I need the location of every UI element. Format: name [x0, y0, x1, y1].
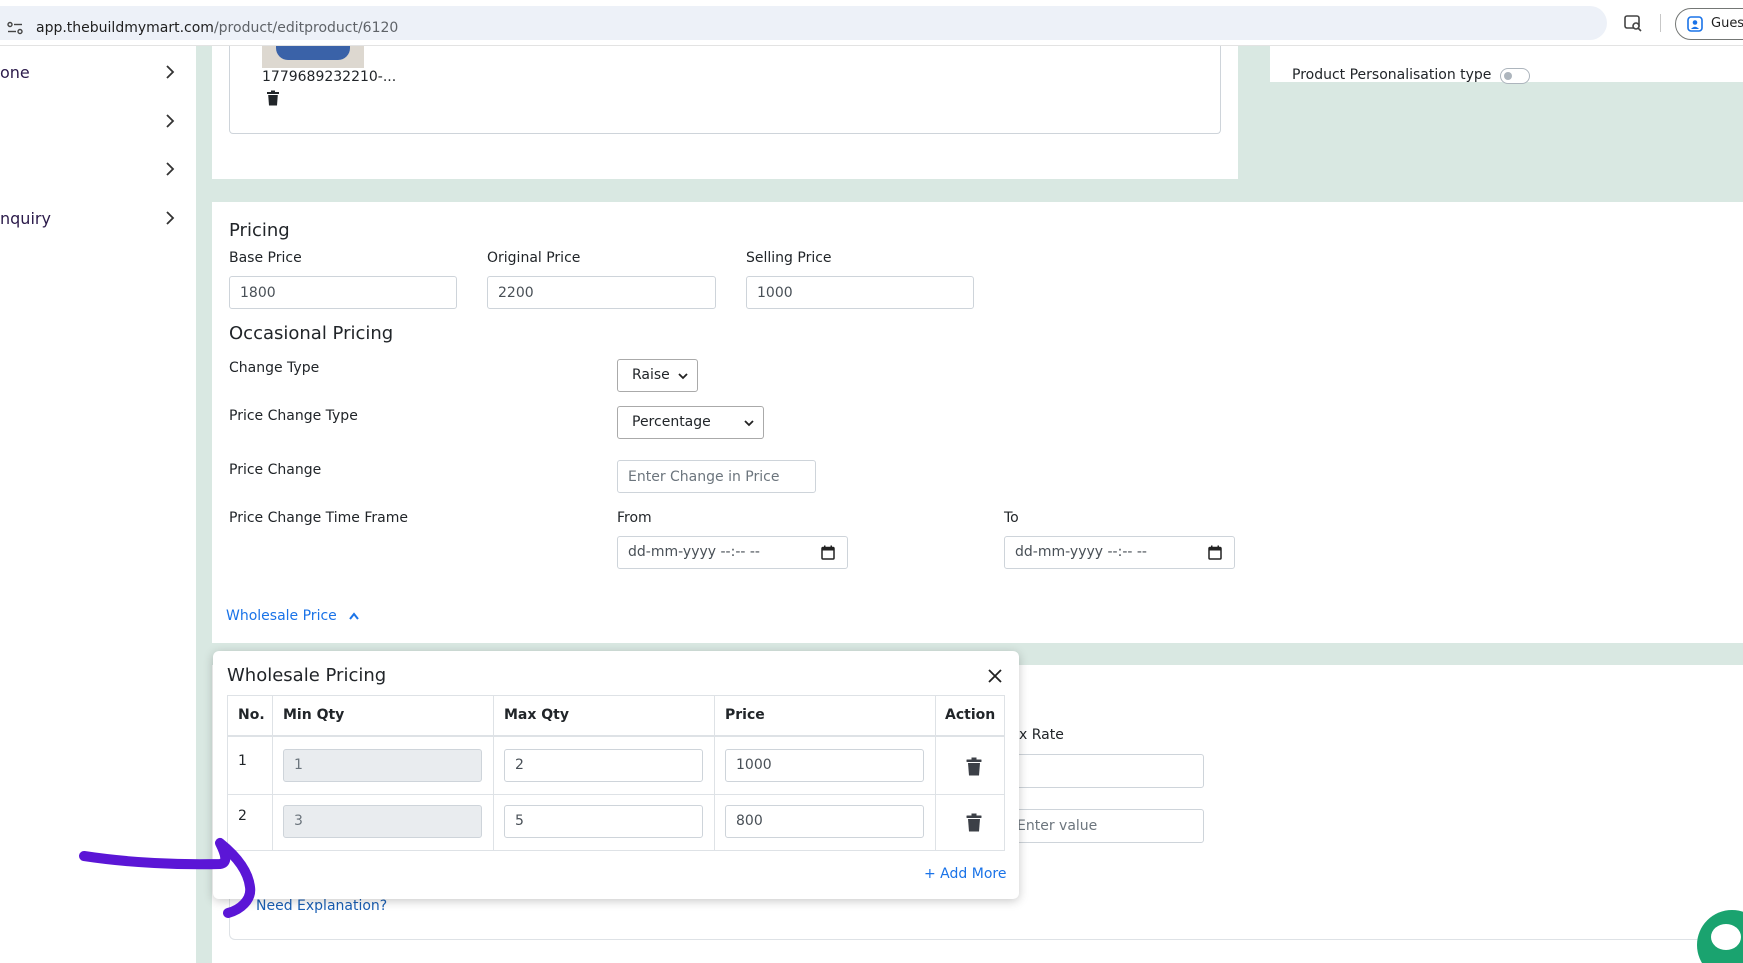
wholesale-price-toggle[interactable]: Wholesale Price — [226, 608, 359, 624]
annotation-arrow — [79, 838, 256, 918]
column-divider — [935, 696, 936, 850]
wholesale-pricing-modal: Wholesale Pricing No. Min Qty Max Qty Pr… — [213, 651, 1019, 899]
chevron-right-icon — [166, 162, 175, 176]
min-qty-input: 3 — [283, 805, 482, 838]
change-type-label: Change Type — [229, 360, 320, 376]
product-thumbnail — [262, 46, 364, 68]
pricing-title: Pricing — [229, 220, 290, 241]
sidebar-item-3[interactable] — [0, 157, 180, 183]
original-price-label: Original Price — [487, 250, 581, 266]
header-price: Price — [725, 707, 765, 723]
sidebar-item-label: nquiry — [0, 209, 51, 228]
url-host: app.thebuildmymart.com — [36, 20, 214, 36]
url-path: /product/editproduct/6120 — [213, 20, 399, 36]
url-text[interactable]: app.thebuildmymart.com/product/editprodu… — [36, 20, 398, 36]
profile-button[interactable]: Guest — [1675, 8, 1743, 40]
base-price-input[interactable] — [229, 276, 457, 309]
calendar-icon[interactable] — [1208, 545, 1222, 560]
personalisation-toggle[interactable] — [1500, 68, 1530, 84]
price-change-type-select[interactable]: Percentage — [617, 406, 764, 439]
price-change-input[interactable] — [617, 460, 816, 493]
chevron-right-icon — [166, 211, 175, 225]
header-divider — [228, 735, 1004, 737]
to-datetime-value: dd-mm-yyyy --:-- -- — [1015, 544, 1147, 560]
tax-rate-input[interactable] — [1000, 754, 1204, 788]
pricing-card — [212, 202, 1743, 643]
delete-row-icon[interactable] — [966, 757, 982, 776]
calendar-icon[interactable] — [821, 545, 835, 560]
wholesale-price-label: Wholesale Price — [226, 608, 337, 624]
selling-price-input[interactable] — [746, 276, 974, 309]
header-min-qty: Min Qty — [283, 707, 345, 723]
image-file-name: 1779689232210-... — [262, 69, 397, 85]
from-datetime-input[interactable]: dd-mm-yyyy --:-- -- — [617, 536, 848, 569]
modal-title: Wholesale Pricing — [227, 665, 387, 686]
sidebar-item-2[interactable] — [0, 109, 180, 135]
price-input[interactable]: 800 — [725, 805, 924, 838]
need-explanation-link[interactable]: Need Explanation? — [256, 898, 387, 914]
price-change-label: Price Change — [229, 462, 322, 478]
tax-value-input[interactable]: Enter value — [1000, 809, 1204, 843]
chevron-right-icon — [166, 114, 175, 128]
browser-toolbar: app.thebuildmymart.com/product/editprodu… — [0, 0, 1743, 46]
chat-icon — [1711, 924, 1741, 950]
site-info-icon[interactable] — [7, 21, 23, 35]
tax-rate-label: x Rate — [1019, 727, 1064, 743]
delete-row-icon[interactable] — [966, 813, 982, 832]
sidebar-item-4[interactable]: nquiry — [0, 206, 180, 232]
wholesale-table: No. Min Qty Max Qty Price Action 1 1 2 1… — [227, 695, 1005, 851]
change-type-value: Raise — [632, 367, 670, 383]
price-change-type-value: Percentage — [632, 414, 711, 430]
header-no: No. — [238, 707, 265, 723]
selling-price-label: Selling Price — [746, 250, 832, 266]
max-qty-input[interactable]: 2 — [504, 749, 703, 782]
close-icon[interactable] — [988, 669, 1002, 683]
to-datetime-input[interactable]: dd-mm-yyyy --:-- -- — [1004, 536, 1235, 569]
column-divider — [493, 696, 494, 850]
delete-image-icon[interactable] — [266, 90, 280, 106]
header-action: Action — [945, 707, 996, 723]
row-number: 1 — [238, 753, 247, 769]
change-type-select[interactable]: Raise — [617, 359, 698, 392]
profile-icon — [1687, 16, 1703, 32]
column-divider — [714, 696, 715, 850]
max-qty-input[interactable]: 5 — [504, 805, 703, 838]
time-frame-label: Price Change Time Frame — [229, 510, 408, 526]
original-price-input[interactable] — [487, 276, 716, 309]
from-label: From — [617, 510, 652, 526]
personalisation-label: Product Personalisation type — [1292, 67, 1492, 83]
column-divider — [272, 696, 273, 850]
base-price-label: Base Price — [229, 250, 302, 266]
chevron-right-icon — [166, 65, 175, 79]
price-change-type-label: Price Change Type — [229, 408, 358, 424]
chevron-down-icon — [744, 420, 754, 427]
profile-label: Guest — [1711, 16, 1743, 31]
thumbnail-image — [276, 46, 350, 60]
price-input[interactable]: 1000 — [725, 749, 924, 782]
from-datetime-value: dd-mm-yyyy --:-- -- — [628, 544, 760, 560]
image-upload-box — [229, 46, 1221, 134]
tax-value-placeholder: Enter value — [1017, 818, 1098, 834]
to-label: To — [1004, 510, 1019, 526]
google-lens-icon[interactable] — [1623, 13, 1643, 33]
row-divider — [228, 794, 1004, 795]
add-more-button[interactable]: + Add More — [924, 866, 1006, 882]
row-number: 2 — [238, 808, 247, 824]
sidebar-item-1[interactable]: one — [0, 60, 180, 86]
occasional-pricing-title: Occasional Pricing — [229, 323, 394, 344]
sidebar-item-label: one — [0, 63, 30, 82]
toolbar-separator — [1660, 14, 1661, 32]
chevron-up-icon — [349, 612, 359, 620]
address-bar[interactable]: app.thebuildmymart.com/product/editprodu… — [0, 6, 1607, 40]
header-max-qty: Max Qty — [504, 707, 570, 723]
min-qty-input: 1 — [283, 749, 482, 782]
chevron-down-icon — [678, 373, 688, 380]
